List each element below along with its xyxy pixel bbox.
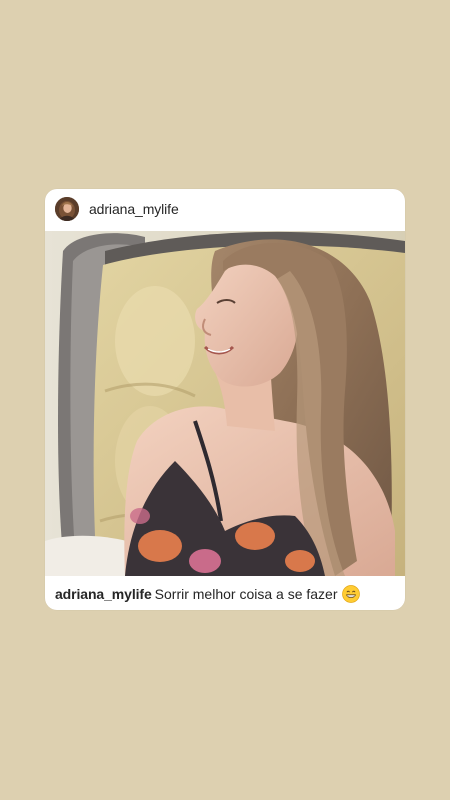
story-background: adriana_mylife adriana_mylife Sorrir mel…: [0, 0, 450, 800]
photo-woman-smiling: [45, 231, 405, 576]
grinning-face-icon: [341, 585, 360, 603]
caption-text: Sorrir melhor coisa a se fazer: [154, 586, 338, 602]
post-photo: [45, 231, 405, 576]
avatar[interactable]: [55, 197, 79, 221]
avatar-image: [55, 197, 79, 221]
header-username[interactable]: adriana_mylife: [89, 201, 179, 217]
post-header: adriana_mylife: [45, 189, 405, 231]
post-card: adriana_mylife adriana_mylife Sorrir mel…: [45, 189, 405, 610]
caption-username[interactable]: adriana_mylife: [55, 586, 152, 602]
post-caption: adriana_mylife Sorrir melhor coisa a se …: [55, 585, 400, 603]
